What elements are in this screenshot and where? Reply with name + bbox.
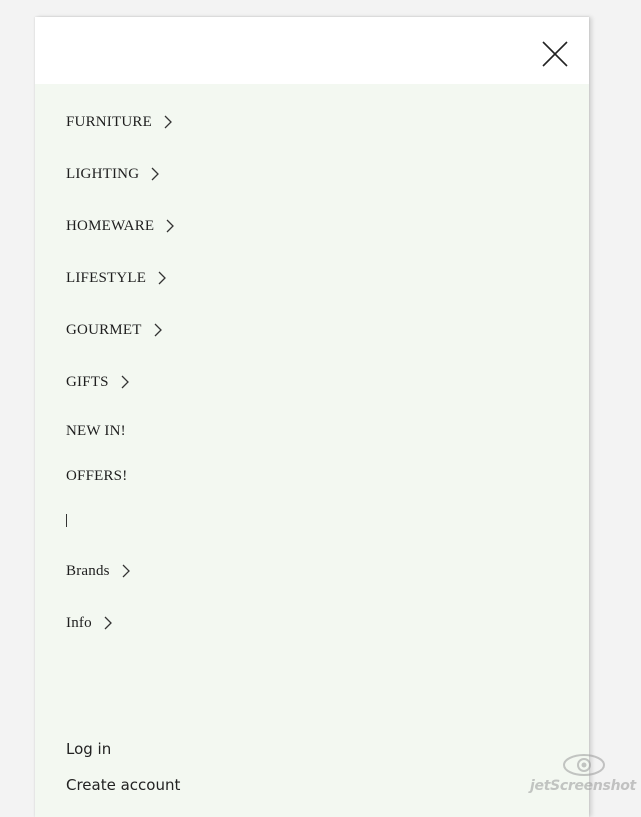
menu-divider (66, 514, 67, 527)
drawer-header (35, 17, 589, 84)
nav-item-brands[interactable]: Brands (66, 562, 131, 580)
nav-item-label: GIFTS (66, 374, 109, 390)
nav-item-label: Brands (66, 563, 110, 579)
nav-item-label: HOMEWARE (66, 218, 155, 234)
nav-item-gourmet[interactable]: GOURMET (66, 321, 163, 339)
eye-icon (563, 754, 605, 776)
nav-item-label: FURNITURE (66, 114, 152, 130)
nav-item-offers[interactable]: OFFERS! (66, 467, 127, 485)
nav-item-gifts[interactable]: GIFTS (66, 373, 130, 391)
nav-item-label: NEW IN! (66, 423, 126, 439)
chevron-right-icon (163, 115, 173, 129)
chevron-right-icon (150, 167, 160, 181)
watermark-text: jetScreenshot (530, 778, 636, 794)
mobile-menu-drawer: FURNITURE LIGHTING HOMEWARE LIFESTYLE GO… (35, 17, 589, 817)
close-button[interactable] (540, 39, 570, 69)
close-icon (542, 41, 568, 67)
nav-item-furniture[interactable]: FURNITURE (66, 113, 173, 131)
chevron-right-icon (103, 616, 113, 630)
nav-item-label: LIFESTYLE (66, 270, 147, 286)
chevron-right-icon (120, 375, 130, 389)
chevron-right-icon (153, 323, 163, 337)
nav-item-info[interactable]: Info (66, 614, 113, 632)
nav-item-homeware[interactable]: HOMEWARE (66, 217, 175, 235)
chevron-right-icon (157, 271, 167, 285)
nav-item-label: LIGHTING (66, 166, 140, 182)
watermark-logo: jetScreenshot (528, 750, 638, 798)
chevron-right-icon (165, 219, 175, 233)
nav-item-new-in[interactable]: NEW IN! (66, 422, 126, 440)
nav-item-lighting[interactable]: LIGHTING (66, 165, 160, 183)
nav-item-label: Info (66, 615, 92, 631)
nav-item-label: GOURMET (66, 322, 142, 338)
nav-item-lifestyle[interactable]: LIFESTYLE (66, 269, 167, 287)
chevron-right-icon (121, 564, 131, 578)
nav-item-label: OFFERS! (66, 468, 128, 484)
login-link[interactable]: Log in (66, 740, 111, 758)
create-account-link[interactable]: Create account (66, 776, 180, 794)
